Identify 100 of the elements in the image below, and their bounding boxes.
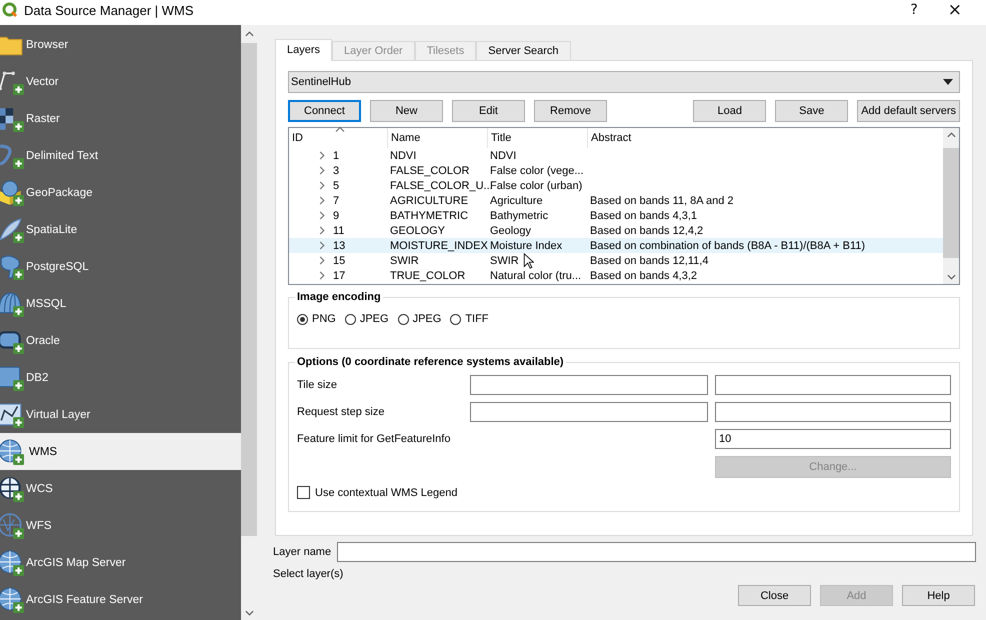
shell-icon (0, 290, 24, 316)
sidebar-item[interactable]: DB2 (0, 359, 241, 396)
sidebar-item[interactable]: WCS (0, 470, 241, 507)
sidebar-item[interactable]: WMS (0, 433, 241, 470)
field-label: Request step size (297, 406, 386, 418)
tab[interactable]: Layers (275, 39, 332, 61)
dropdown-arrow-icon (943, 79, 953, 85)
input-field[interactable] (470, 375, 708, 395)
radio-option[interactable]: JPEG (398, 313, 442, 325)
table-cell: Bathymetric (490, 210, 548, 222)
globe-icon (0, 438, 24, 464)
radio-button[interactable] (297, 314, 308, 324)
table-cell: FALSE_COLOR (390, 164, 470, 176)
table-cell: Based on bands 4,3,1 (590, 210, 698, 222)
scroll-down-icon[interactable] (244, 610, 254, 616)
table-cell: Agriculture (490, 194, 543, 206)
input-field[interactable] (715, 402, 951, 422)
column-header[interactable]: Name (388, 128, 488, 148)
input-field[interactable] (470, 402, 708, 422)
input-field[interactable]: 10 (715, 429, 951, 449)
column-header[interactable]: Title (488, 128, 588, 148)
sidebar-item[interactable]: ArcGIS Map Server (0, 544, 241, 581)
toolbar-button[interactable]: Remove (534, 100, 607, 122)
field-label: Tile size (297, 379, 338, 391)
status-text: Select layer(s) (273, 568, 344, 580)
table-cell: Based on combination of bands (B8A - B11)/(B8A + B11) (590, 240, 866, 252)
input-field[interactable] (715, 375, 951, 395)
toolbar-button[interactable]: Connect (288, 100, 361, 122)
table-row[interactable]: 9 BATHYMETRIC Bathymetric Based on bands 4,3,1 (289, 208, 943, 223)
close-button[interactable]: × (936, 0, 974, 20)
table-cell: Based on bands 11, 8A and 2 (590, 194, 734, 206)
sidebar-item[interactable]: MSSQL (0, 285, 241, 322)
feather-icon (0, 216, 24, 242)
scroll-down-icon[interactable] (946, 274, 956, 280)
sidebar-item[interactable]: Virtual Layer (0, 396, 241, 433)
table-cell: Based on bands 12,4,2 (590, 224, 704, 236)
connection-dropdown[interactable]: SentinelHub (288, 71, 960, 93)
dialog-button[interactable]: Help (902, 585, 975, 606)
scrollbar[interactable] (943, 128, 959, 284)
table-row[interactable]: 7 AGRICULTURE Agriculture Based on bands 11, 8A and 2 (289, 193, 943, 208)
scroll-up-icon[interactable] (946, 132, 956, 138)
radio-option[interactable]: TIFF (450, 313, 489, 325)
table-cell: 15 (333, 254, 346, 266)
table-row[interactable]: 11 GEOLOGY Geology Based on bands 12,4,2 (289, 223, 943, 238)
sidebar-item[interactable]: Oracle (0, 322, 241, 359)
column-header[interactable]: Abstract (588, 128, 943, 148)
help-button[interactable]: ? (898, 2, 930, 18)
field-label: Feature limit for GetFeatureInfo (297, 433, 452, 445)
layer-name-field[interactable] (337, 542, 976, 562)
table-cell: SWIR (390, 254, 419, 266)
radio-option[interactable]: JPEG (344, 313, 389, 325)
toolbar-button[interactable]: Add default servers (857, 100, 960, 122)
sidebar-item[interactable]: Delimited Text (0, 137, 241, 174)
table-row[interactable]: 13 MOISTURE_INDEX Moisture Index Based on combination of bands (B8A - B11)/(B8A + B11) (289, 238, 943, 253)
toolbar-button[interactable]: Save (775, 100, 848, 122)
group-title: Image encoding (296, 291, 382, 303)
sidebar-item[interactable]: Raster (0, 100, 241, 137)
legend-checkbox[interactable]: Use contextual WMS Legend (297, 486, 951, 499)
table-row[interactable]: 5 FALSE_COLOR_U...False color (urban) (289, 178, 943, 193)
scroll-up-icon[interactable] (244, 31, 254, 37)
toolbar-button[interactable]: Load (693, 100, 766, 122)
toolbar-button[interactable]: Edit (452, 100, 525, 122)
table-cell: Moisture Index (490, 240, 562, 252)
sidebar-item[interactable]: SpatiaLite (0, 211, 241, 248)
table-cell: BATHYMETRIC (390, 210, 468, 222)
table-cell: 1 (333, 150, 340, 162)
radio-button[interactable] (398, 314, 409, 324)
table-cell: Natural color (tru... (490, 270, 582, 282)
radio-option[interactable]: PNG (297, 313, 336, 325)
sidebar-item[interactable]: PostgreSQL (0, 248, 241, 285)
radio-button[interactable] (344, 314, 356, 324)
table-cell: MOISTURE_INDEX (390, 240, 488, 252)
table-row[interactable]: 15 SWIR SWIR Based on bands 12,11,4 (289, 253, 943, 268)
sidebar-item[interactable]: GeoPackage (0, 174, 241, 211)
table-row[interactable]: 17 TRUE_COLOR Natural color (tru... Based on bands 4,3,2 (289, 268, 943, 283)
table-cell: GEOLOGY (390, 224, 446, 236)
sidebar-item[interactable]: WFS (0, 507, 241, 544)
column-header[interactable]: ID (289, 128, 388, 148)
table-row[interactable]: 3 FALSE_COLOR False color (vege... (289, 163, 943, 178)
table-cell: NDVI (490, 150, 516, 162)
globe-icon (0, 512, 24, 538)
square-icon (0, 364, 24, 390)
sidebar-item[interactable]: ArcGIS Feature Server (0, 581, 241, 618)
table-cell: AGRICULTURE (390, 194, 468, 206)
radio-button[interactable] (450, 314, 462, 324)
sidebar-item[interactable]: Browser (0, 26, 241, 63)
mouse-cursor-icon (523, 253, 534, 269)
table-cell: NDVI (390, 150, 416, 162)
toolbar-button[interactable]: New (370, 100, 443, 122)
dialog-button[interactable]: Close (738, 585, 811, 606)
table-cell: False color (vege... (490, 164, 584, 176)
table-cell: False color (urban) (490, 180, 582, 192)
table-cell: Based on bands 12,11,4 (590, 254, 708, 266)
sidebar-item[interactable]: Vector (0, 63, 241, 100)
checkbox[interactable] (297, 486, 310, 499)
globe-icon (0, 550, 24, 576)
table-row[interactable]: 1 NDVI NDVI (289, 148, 943, 163)
tab[interactable]: Server Search (476, 41, 571, 60)
table-cell: 17 (333, 270, 346, 282)
checker-grid-icon (0, 106, 24, 132)
